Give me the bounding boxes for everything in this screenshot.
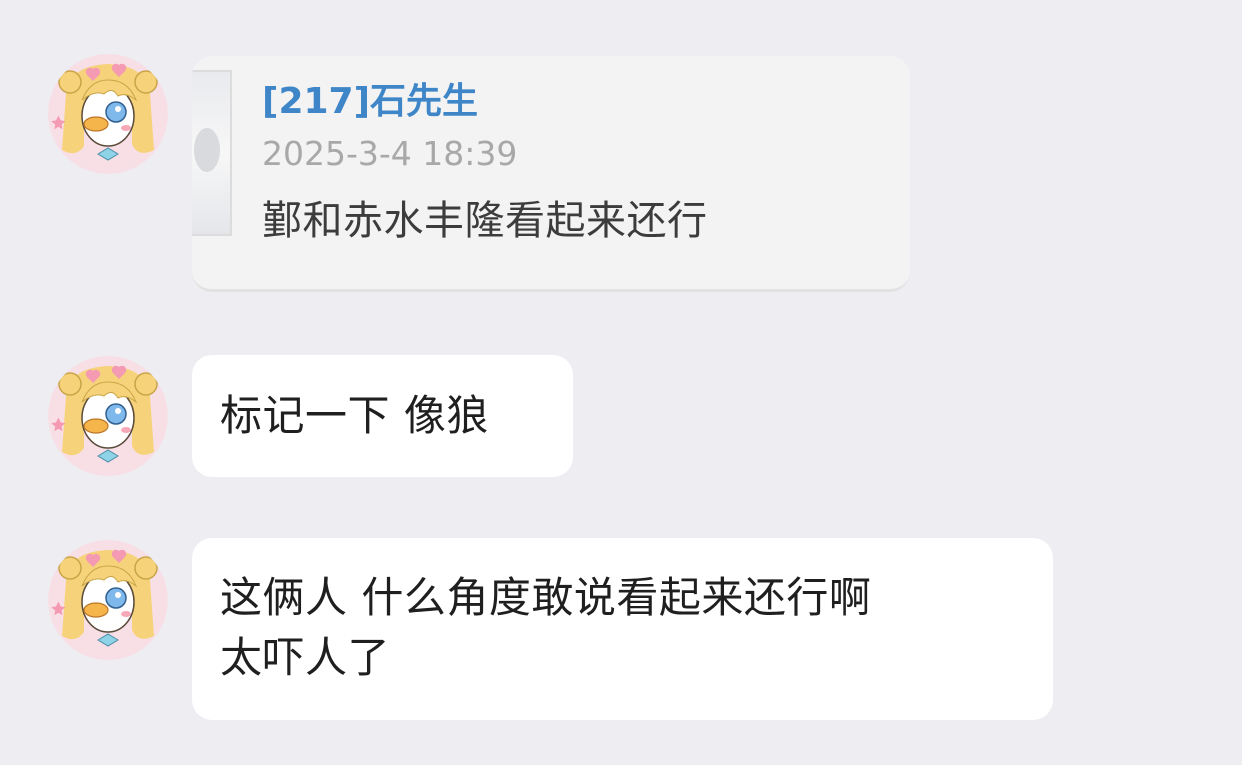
message-text-line-1: 这俩人 什么角度敢说看起来还行啊	[220, 573, 872, 622]
quote-sender-name[interactable]: [217]石先生	[262, 72, 478, 124]
message-bubble[interactable]: 标记一下 像狼	[192, 355, 573, 477]
quoted-reply-card[interactable]: [217]石先生 2025-3-4 18:39 鄞和赤水丰隆看起来还行	[192, 56, 910, 292]
sender-avatar[interactable]	[48, 356, 168, 476]
quote-message-text: 鄞和赤水丰隆看起来还行	[262, 198, 708, 244]
duck-avatar-icon	[48, 540, 168, 660]
duck-avatar-icon	[48, 54, 168, 174]
duck-avatar-icon	[48, 356, 168, 476]
quote-thumbnail	[192, 70, 232, 236]
message-bubble[interactable]: 这俩人 什么角度敢说看起来还行啊 太吓人了	[192, 538, 1053, 720]
sender-avatar[interactable]	[48, 540, 168, 660]
quote-timestamp: 2025-3-4 18:39	[262, 134, 518, 173]
message-text: 标记一下 像狼	[220, 391, 489, 440]
sender-avatar[interactable]	[48, 54, 168, 174]
message-text-line-2: 太吓人了	[220, 633, 391, 682]
